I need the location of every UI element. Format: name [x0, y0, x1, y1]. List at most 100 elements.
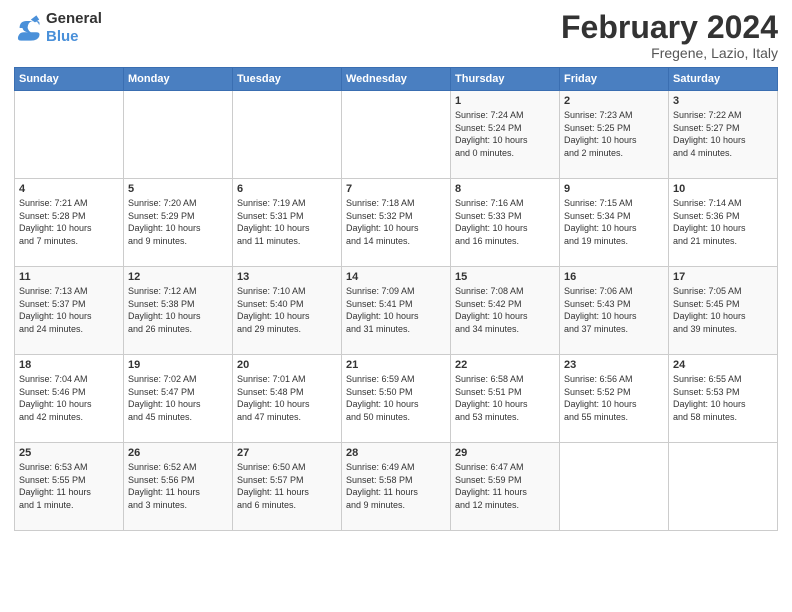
calendar-cell: 9 Sunrise: 7:15 AM Sunset: 5:34 PM Daylig…	[560, 179, 669, 267]
day-number: 4	[19, 183, 119, 195]
day-info: Sunrise: 7:19 AM Sunset: 5:31 PM Dayligh…	[237, 197, 337, 247]
col-tuesday: Tuesday	[233, 68, 342, 91]
day-info: Sunrise: 7:06 AM Sunset: 5:43 PM Dayligh…	[564, 285, 664, 335]
day-number: 19	[128, 359, 228, 371]
calendar-cell	[342, 91, 451, 179]
calendar-cell	[233, 91, 342, 179]
day-number: 8	[455, 183, 555, 195]
header-row: Sunday Monday Tuesday Wednesday Thursday…	[15, 68, 778, 91]
col-sunday: Sunday	[15, 68, 124, 91]
day-number: 14	[346, 271, 446, 283]
day-info: Sunrise: 7:01 AM Sunset: 5:48 PM Dayligh…	[237, 373, 337, 423]
calendar-body: 1 Sunrise: 7:24 AM Sunset: 5:24 PM Daylig…	[15, 91, 778, 531]
calendar-cell: 25 Sunrise: 6:53 AM Sunset: 5:55 PM Dayli…	[15, 443, 124, 531]
col-wednesday: Wednesday	[342, 68, 451, 91]
title-block: February 2024 Fregene, Lazio, Italy	[561, 10, 778, 61]
day-info: Sunrise: 7:10 AM Sunset: 5:40 PM Dayligh…	[237, 285, 337, 335]
day-info: Sunrise: 7:04 AM Sunset: 5:46 PM Dayligh…	[19, 373, 119, 423]
day-info: Sunrise: 6:53 AM Sunset: 5:55 PM Dayligh…	[19, 461, 119, 511]
calendar-cell: 26Sunrise: 6:52 AM Sunset: 5:56 PM Dayli…	[124, 443, 233, 531]
calendar-cell: 15 Sunrise: 7:08 AM Sunset: 5:42 PM Dayli…	[451, 267, 560, 355]
day-number: 27	[237, 447, 337, 459]
calendar-cell: 28Sunrise: 6:49 AM Sunset: 5:58 PM Dayli…	[342, 443, 451, 531]
col-friday: Friday	[560, 68, 669, 91]
day-info: Sunrise: 6:52 AM Sunset: 5:56 PM Dayligh…	[128, 461, 228, 511]
calendar-cell: 5 Sunrise: 7:20 AM Sunset: 5:29 PM Daylig…	[124, 179, 233, 267]
day-info: Sunrise: 6:58 AM Sunset: 5:51 PM Dayligh…	[455, 373, 555, 423]
day-number: 25	[19, 447, 119, 459]
calendar-week-3: 11 Sunrise: 7:13 AM Sunset: 5:37 PM Dayli…	[15, 267, 778, 355]
day-info: Sunrise: 7:24 AM Sunset: 5:24 PM Dayligh…	[455, 109, 555, 159]
day-number: 18	[19, 359, 119, 371]
day-info: Sunrise: 7:13 AM Sunset: 5:37 PM Dayligh…	[19, 285, 119, 335]
day-info: Sunrise: 7:23 AM Sunset: 5:25 PM Dayligh…	[564, 109, 664, 159]
calendar-subtitle: Fregene, Lazio, Italy	[561, 45, 778, 61]
header: General Blue February 2024 Fregene, Lazi…	[14, 10, 778, 61]
calendar-cell: 7 Sunrise: 7:18 AM Sunset: 5:32 PM Daylig…	[342, 179, 451, 267]
day-number: 15	[455, 271, 555, 283]
day-number: 5	[128, 183, 228, 195]
day-info: Sunrise: 7:21 AM Sunset: 5:28 PM Dayligh…	[19, 197, 119, 247]
logo: General Blue	[14, 10, 102, 46]
calendar-cell: 29 Sunrise: 6:47 AM Sunset: 5:59 PM Dayli…	[451, 443, 560, 531]
calendar-cell: 22 Sunrise: 6:58 AM Sunset: 5:51 PM Dayli…	[451, 355, 560, 443]
calendar-week-2: 4 Sunrise: 7:21 AM Sunset: 5:28 PM Daylig…	[15, 179, 778, 267]
day-number: 2	[564, 95, 664, 107]
day-info: Sunrise: 6:56 AM Sunset: 5:52 PM Dayligh…	[564, 373, 664, 423]
calendar-cell: 16Sunrise: 7:06 AM Sunset: 5:43 PM Dayli…	[560, 267, 669, 355]
day-number: 20	[237, 359, 337, 371]
calendar-cell: 21 Sunrise: 6:59 AM Sunset: 5:50 PM Dayli…	[342, 355, 451, 443]
day-number: 29	[455, 447, 555, 459]
calendar-cell	[15, 91, 124, 179]
day-info: Sunrise: 7:18 AM Sunset: 5:32 PM Dayligh…	[346, 197, 446, 247]
day-info: Sunrise: 7:15 AM Sunset: 5:34 PM Dayligh…	[564, 197, 664, 247]
calendar-cell: 6 Sunrise: 7:19 AM Sunset: 5:31 PM Daylig…	[233, 179, 342, 267]
day-number: 17	[673, 271, 773, 283]
day-info: Sunrise: 7:12 AM Sunset: 5:38 PM Dayligh…	[128, 285, 228, 335]
calendar-cell: 14 Sunrise: 7:09 AM Sunset: 5:41 PM Dayli…	[342, 267, 451, 355]
day-number: 11	[19, 271, 119, 283]
day-info: Sunrise: 7:09 AM Sunset: 5:41 PM Dayligh…	[346, 285, 446, 335]
col-monday: Monday	[124, 68, 233, 91]
calendar-cell	[669, 443, 778, 531]
day-number: 23	[564, 359, 664, 371]
calendar-cell: 19 Sunrise: 7:02 AM Sunset: 5:47 PM Dayli…	[124, 355, 233, 443]
day-number: 10	[673, 183, 773, 195]
day-number: 7	[346, 183, 446, 195]
calendar-cell: 11 Sunrise: 7:13 AM Sunset: 5:37 PM Dayli…	[15, 267, 124, 355]
day-number: 22	[455, 359, 555, 371]
calendar-cell: 27 Sunrise: 6:50 AM Sunset: 5:57 PM Dayli…	[233, 443, 342, 531]
calendar-cell: 4 Sunrise: 7:21 AM Sunset: 5:28 PM Daylig…	[15, 179, 124, 267]
day-info: Sunrise: 7:05 AM Sunset: 5:45 PM Dayligh…	[673, 285, 773, 335]
day-info: Sunrise: 7:08 AM Sunset: 5:42 PM Dayligh…	[455, 285, 555, 335]
day-number: 3	[673, 95, 773, 107]
logo-text: General Blue	[46, 10, 102, 46]
day-number: 1	[455, 95, 555, 107]
day-number: 24	[673, 359, 773, 371]
calendar-cell: 20 Sunrise: 7:01 AM Sunset: 5:48 PM Dayli…	[233, 355, 342, 443]
calendar-table: Sunday Monday Tuesday Wednesday Thursday…	[14, 67, 778, 531]
day-info: Sunrise: 6:47 AM Sunset: 5:59 PM Dayligh…	[455, 461, 555, 511]
calendar-week-4: 18 Sunrise: 7:04 AM Sunset: 5:46 PM Dayli…	[15, 355, 778, 443]
day-info: Sunrise: 7:16 AM Sunset: 5:33 PM Dayligh…	[455, 197, 555, 247]
day-number: 28	[346, 447, 446, 459]
calendar-cell	[124, 91, 233, 179]
day-number: 12	[128, 271, 228, 283]
day-number: 21	[346, 359, 446, 371]
calendar-cell: 13 Sunrise: 7:10 AM Sunset: 5:40 PM Dayli…	[233, 267, 342, 355]
calendar-cell: 8 Sunrise: 7:16 AM Sunset: 5:33 PM Daylig…	[451, 179, 560, 267]
day-info: Sunrise: 7:20 AM Sunset: 5:29 PM Dayligh…	[128, 197, 228, 247]
calendar-cell: 10 Sunrise: 7:14 AM Sunset: 5:36 PM Dayli…	[669, 179, 778, 267]
day-number: 13	[237, 271, 337, 283]
calendar-week-5: 25 Sunrise: 6:53 AM Sunset: 5:55 PM Dayli…	[15, 443, 778, 531]
calendar-cell: 1 Sunrise: 7:24 AM Sunset: 5:24 PM Daylig…	[451, 91, 560, 179]
day-info: Sunrise: 6:59 AM Sunset: 5:50 PM Dayligh…	[346, 373, 446, 423]
day-number: 9	[564, 183, 664, 195]
day-info: Sunrise: 6:50 AM Sunset: 5:57 PM Dayligh…	[237, 461, 337, 511]
logo-icon	[14, 14, 42, 42]
day-info: Sunrise: 7:14 AM Sunset: 5:36 PM Dayligh…	[673, 197, 773, 247]
calendar-cell: 12 Sunrise: 7:12 AM Sunset: 5:38 PM Dayli…	[124, 267, 233, 355]
day-number: 6	[237, 183, 337, 195]
day-info: Sunrise: 7:02 AM Sunset: 5:47 PM Dayligh…	[128, 373, 228, 423]
calendar-cell: 3Sunrise: 7:22 AM Sunset: 5:27 PM Daylig…	[669, 91, 778, 179]
